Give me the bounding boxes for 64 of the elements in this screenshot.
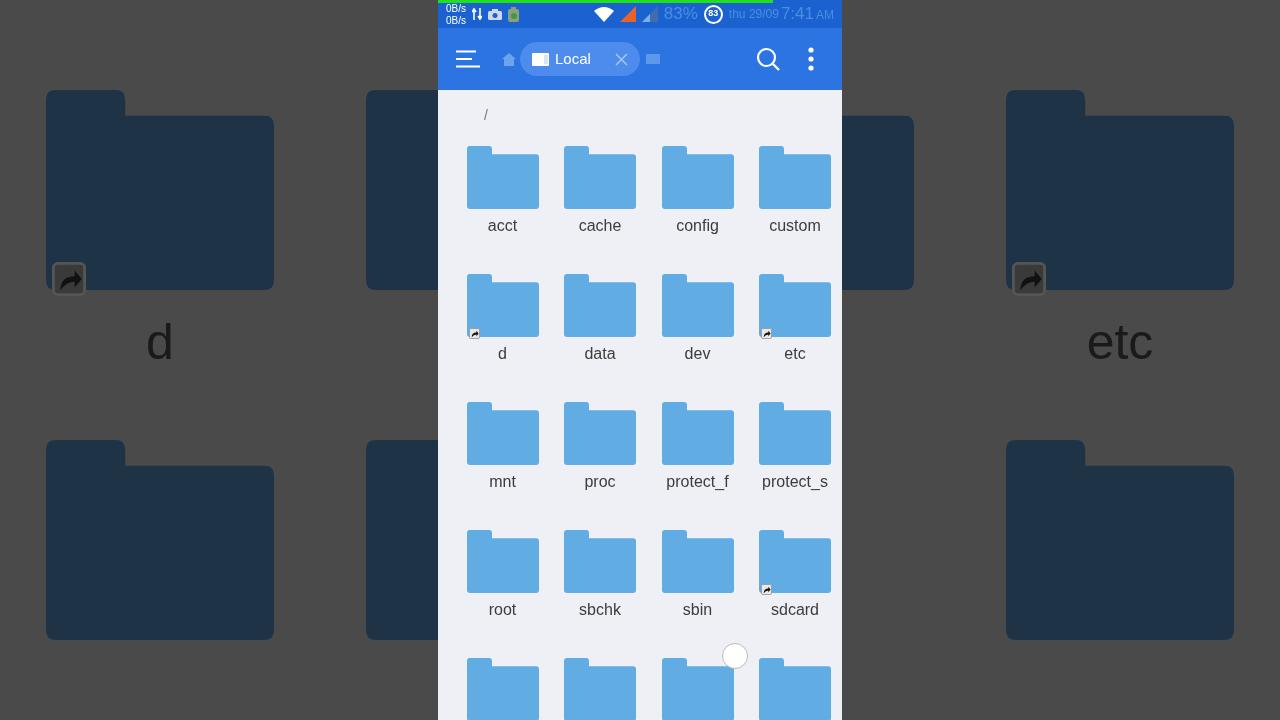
more-button[interactable] xyxy=(808,47,814,71)
folder-name: data xyxy=(584,344,616,364)
folder-name: dev xyxy=(684,344,711,364)
folder-icon[interactable] xyxy=(759,658,831,720)
folder-icon[interactable] xyxy=(661,146,734,209)
folder-icon[interactable] xyxy=(466,274,539,337)
shortcut-icon xyxy=(1012,262,1046,296)
folder-icon[interactable] xyxy=(564,658,636,720)
home-icon[interactable] xyxy=(502,52,516,66)
folder-icon[interactable] xyxy=(564,530,636,593)
folder-name: acct xyxy=(487,216,518,236)
wifi-icon xyxy=(593,6,614,22)
current-path: / xyxy=(484,107,488,123)
folder-icon xyxy=(1006,440,1234,640)
folder-name: sbchk xyxy=(579,600,621,620)
folder-icon[interactable] xyxy=(564,402,636,465)
more-icon xyxy=(808,47,814,71)
folder-icon[interactable] xyxy=(661,402,734,465)
sd-card-icon xyxy=(532,52,549,66)
folder-name: cache xyxy=(578,216,622,236)
folder-icon xyxy=(46,440,274,640)
folder-name: sbin xyxy=(682,600,713,620)
folder-name: etc xyxy=(784,344,806,364)
data-transfer-icon xyxy=(472,7,482,21)
folder-name: d xyxy=(498,344,507,364)
close-icon[interactable] xyxy=(615,52,628,66)
battery-saver-icon xyxy=(508,6,519,22)
menu-icon xyxy=(456,50,480,68)
folder-icon[interactable] xyxy=(466,402,539,465)
search-button[interactable] xyxy=(756,47,780,71)
shortcut-icon xyxy=(52,262,86,296)
folder-name: config xyxy=(676,216,719,236)
folder-icon[interactable] xyxy=(466,658,539,720)
folder-name: sdcard xyxy=(771,600,819,620)
folder-icon[interactable] xyxy=(661,274,734,337)
folder-icon[interactable] xyxy=(466,530,539,593)
battery-badge: 83 xyxy=(703,4,723,24)
folder-icon[interactable] xyxy=(661,658,734,720)
network-speed: 0B/s xyxy=(446,15,466,27)
folder-icon xyxy=(1006,90,1234,290)
folder-icon[interactable] xyxy=(564,274,636,337)
folder-name: protect_f xyxy=(666,472,729,492)
folder-name: custom xyxy=(769,216,821,236)
folder-icon xyxy=(46,90,274,290)
signal-icon xyxy=(641,6,658,22)
signal-icon xyxy=(619,6,636,22)
location-tab[interactable]: Local xyxy=(520,42,640,76)
camera-icon xyxy=(488,8,502,20)
folder-icon[interactable] xyxy=(759,146,831,209)
folder-icon[interactable] xyxy=(564,146,636,209)
folder-name: mnt xyxy=(489,472,516,492)
folder-icon[interactable] xyxy=(759,274,831,337)
folder-icon[interactable] xyxy=(759,530,831,593)
folder-icon[interactable] xyxy=(759,402,831,465)
network-speed: 0B/s xyxy=(446,3,466,15)
folder-name: root xyxy=(488,600,517,620)
touch-indicator xyxy=(722,643,748,669)
tab-icon[interactable] xyxy=(646,54,660,64)
folder-name: protect_s xyxy=(762,472,828,492)
menu-button[interactable] xyxy=(456,48,482,70)
folder-icon[interactable] xyxy=(466,146,539,209)
search-icon xyxy=(756,47,780,71)
folder-name: proc xyxy=(584,472,616,492)
folder-icon[interactable] xyxy=(661,530,734,593)
